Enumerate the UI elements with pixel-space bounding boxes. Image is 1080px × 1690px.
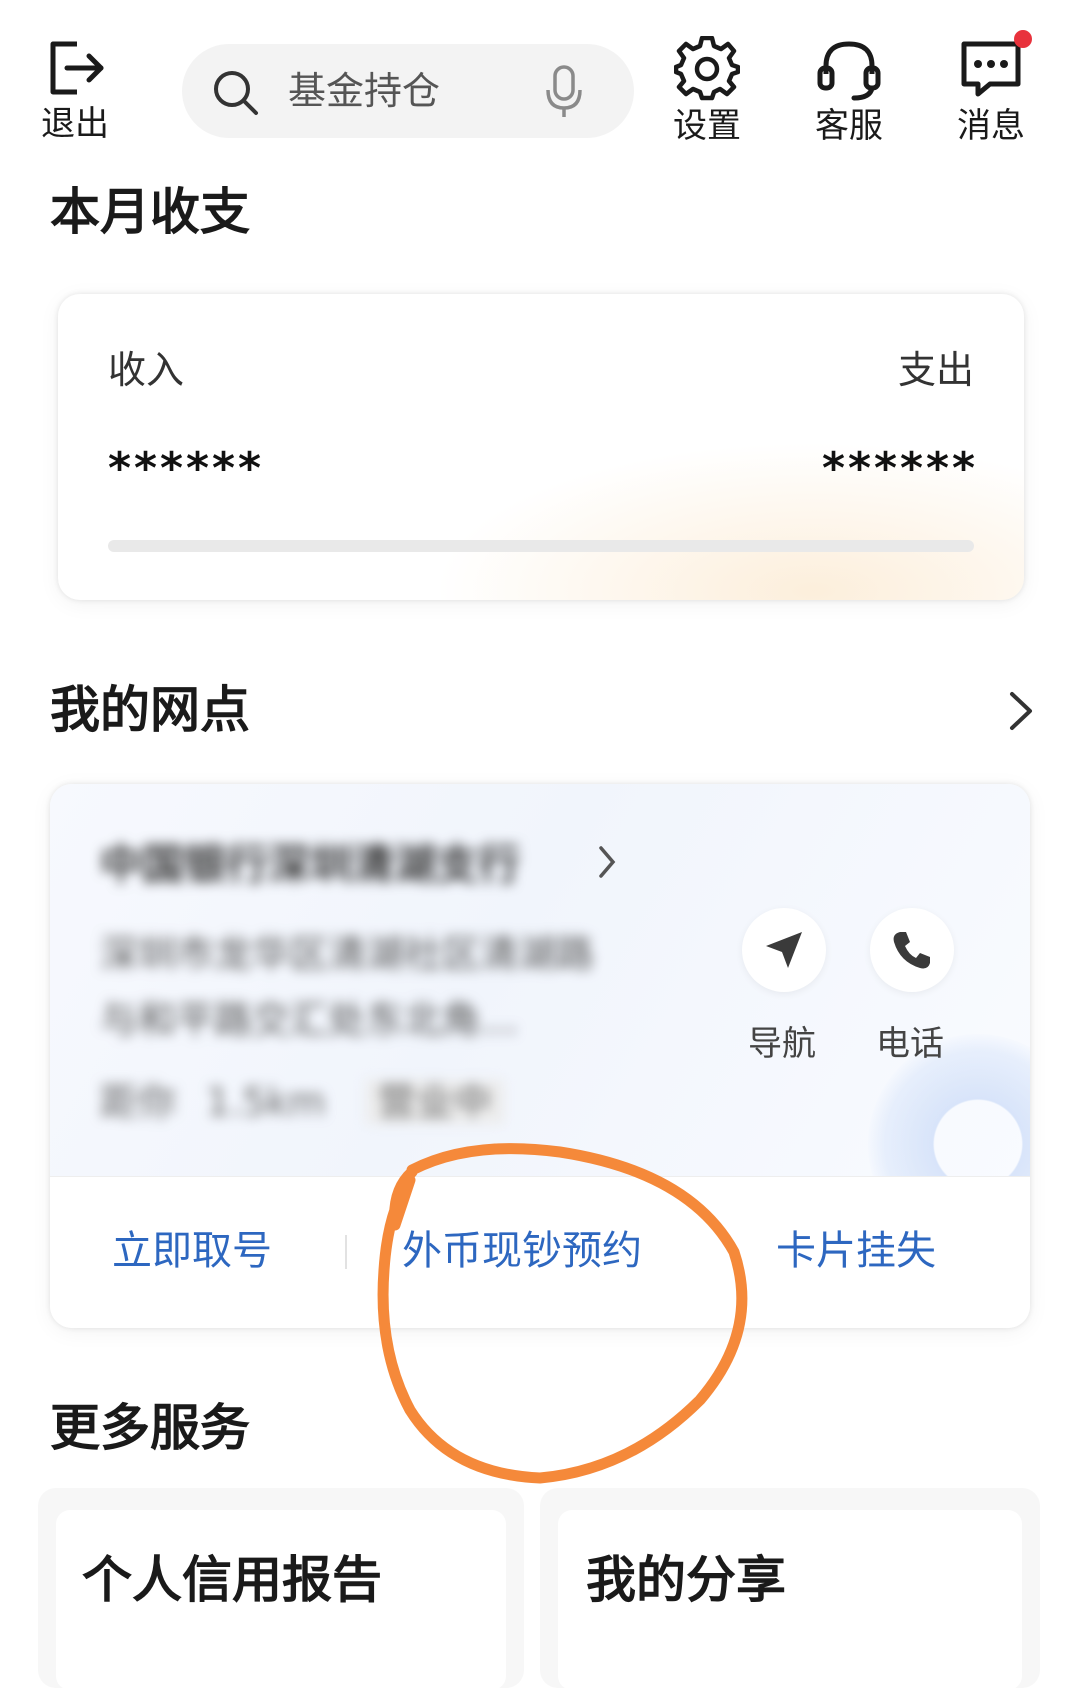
hours-badge: 营业中	[365, 1080, 504, 1124]
chevron-right-icon[interactable]	[1004, 690, 1036, 732]
income-expense-card[interactable]: 收入 支出 ****** ******	[58, 294, 1024, 600]
messages-label: 消息	[957, 106, 1025, 146]
settings-label: 设置	[673, 106, 741, 146]
branch-card[interactable]: 中国银行深圳清湖支行 深圳市龙华区清湖社区清湖路 与和平路交汇处东北角… 距你 …	[50, 784, 1030, 1328]
distance-prefix: 距你	[100, 1080, 177, 1124]
microphone-icon[interactable]	[544, 64, 584, 120]
income-expense-bar	[108, 540, 974, 552]
navigate-label: 导航	[748, 1024, 816, 1064]
foreign-cash-reservation-link[interactable]: 外币现钞预约	[402, 1227, 642, 1275]
expense-value: ******	[821, 443, 978, 494]
headset-icon	[817, 41, 881, 101]
phone-label: 电话	[876, 1024, 944, 1064]
service-title-credit-report: 个人信用报告	[82, 1551, 382, 1609]
logout-button[interactable]: 退出	[20, 36, 130, 144]
income-value: ******	[108, 443, 265, 494]
search-icon	[214, 71, 258, 115]
logout-label: 退出	[41, 104, 109, 144]
settings-button[interactable]: 设置	[652, 36, 762, 146]
navigate-button[interactable]	[742, 908, 826, 992]
branch-info-area[interactable]: 中国银行深圳清湖支行 深圳市龙华区清湖社区清湖路 与和平路交汇处东北角… 距你 …	[50, 784, 1030, 1254]
customer-service-button[interactable]: 客服	[794, 36, 904, 146]
branch-address-line2: 与和平路交汇处东北角…	[100, 998, 519, 1042]
branch-name[interactable]: 中国银行深圳清湖支行	[100, 840, 520, 890]
service-card-my-share[interactable]: 我的分享	[540, 1488, 1040, 1690]
phone-icon	[893, 932, 930, 969]
logout-icon	[50, 41, 104, 95]
service-title-my-share: 我的分享	[586, 1551, 786, 1609]
chevron-right-icon	[599, 846, 616, 878]
income-label: 收入	[108, 348, 185, 392]
section-title-monthly: 本月收支	[50, 183, 250, 241]
distance-value: 1.5km	[206, 1080, 326, 1124]
branch-distance-row: 距你 1.5km 营业中	[100, 1080, 504, 1124]
phone-button[interactable]	[870, 908, 954, 992]
branch-actions: 立即取号 外币现钞预约 卡片挂失	[50, 1176, 1030, 1328]
navigation-arrow-icon	[766, 932, 802, 968]
message-icon	[961, 41, 1021, 97]
take-number-link[interactable]: 立即取号	[112, 1227, 272, 1275]
card-loss-report-link[interactable]: 卡片挂失	[776, 1227, 936, 1275]
customer-service-label: 客服	[815, 106, 883, 146]
search-placeholder: 基金持仓	[288, 69, 441, 113]
expense-label: 支出	[897, 348, 974, 392]
search-bar[interactable]: 基金持仓	[182, 44, 634, 138]
gear-icon	[674, 36, 740, 101]
messages-button[interactable]: 消息	[936, 30, 1046, 146]
service-card-credit-report[interactable]: 个人信用报告	[38, 1488, 524, 1690]
unread-badge	[1014, 30, 1032, 48]
divider	[345, 1235, 347, 1269]
section-title-branch: 我的网点	[50, 681, 250, 739]
section-title-more-services: 更多服务	[50, 1399, 250, 1457]
branch-address-line1: 深圳市龙华区清湖社区清湖路	[100, 932, 595, 976]
